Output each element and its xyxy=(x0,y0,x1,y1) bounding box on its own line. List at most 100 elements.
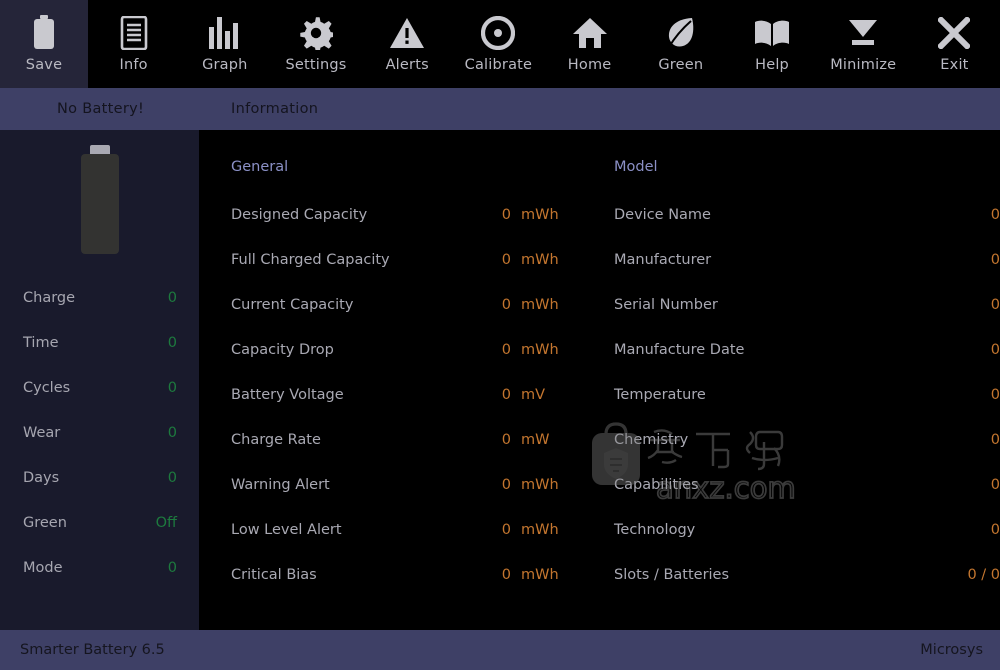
toolbar-button-save[interactable]: Save xyxy=(0,0,88,88)
row-label: Warning Alert xyxy=(231,477,330,493)
toolbar-button-label: Calibrate xyxy=(464,57,533,73)
row-unit: mV xyxy=(521,387,546,403)
row-unit: mWh xyxy=(521,207,559,223)
toolbar-button-alerts[interactable]: Alerts xyxy=(362,0,453,88)
smarter-battery-window: Save Info Graph Settings Alerts Calibrate Home… xyxy=(0,0,1000,670)
sidebar-stat-cycles: Cycles 0 xyxy=(0,365,199,410)
sidebar-stat-label: Mode xyxy=(23,559,63,576)
row-label: Current Capacity xyxy=(231,297,354,313)
data-row: Warning Alert 0 mWh xyxy=(199,474,599,496)
toolbar-button-home[interactable]: Home xyxy=(544,0,635,88)
general-section: General Designed Capacity 0 mWh Full Charge… xyxy=(199,130,599,630)
row-value: 0 xyxy=(501,567,511,583)
battery-icon xyxy=(21,12,67,54)
main-content: General Designed Capacity 0 mWh Full Charge… xyxy=(199,130,1000,630)
row-unit: mWh xyxy=(521,567,559,583)
sidebar-stat-mode: Mode 0 xyxy=(0,545,199,590)
data-row: Temperature 0 xyxy=(614,384,1000,406)
book-icon xyxy=(749,12,795,54)
sidebar-stat-label: Cycles xyxy=(23,379,71,396)
warning-icon xyxy=(384,12,430,54)
minimize-icon xyxy=(840,12,886,54)
row-label: Serial Number xyxy=(614,297,718,313)
toolbar-button-calibrate[interactable]: Calibrate xyxy=(453,0,544,88)
data-row: Serial Number 0 xyxy=(614,294,1000,316)
data-row: Critical Bias 0 mWh xyxy=(199,564,599,586)
data-row: Capacity Drop 0 mWh xyxy=(199,339,599,361)
toolbar-button-info[interactable]: Info xyxy=(88,0,179,88)
sidebar-stat-value: 0 xyxy=(167,334,177,351)
toolbar-button-label: Graph xyxy=(202,57,248,73)
row-label: Full Charged Capacity xyxy=(231,252,390,268)
sidebar-stat-charge: Charge 0 xyxy=(0,275,199,320)
row-value: 0 xyxy=(990,432,1000,448)
data-row: Full Charged Capacity 0 mWh xyxy=(199,249,599,271)
app-title-footer: Smarter Battery 6.5 xyxy=(20,642,165,658)
row-value: 0 xyxy=(990,477,1000,493)
data-row: Charge Rate 0 mW xyxy=(199,429,599,451)
data-row: Designed Capacity 0 mWh xyxy=(199,204,599,226)
sidebar-stats-list: Charge 0 Time 0 Cycles 0 Wear 0 Days 0 Green Off Mod… xyxy=(0,275,199,590)
row-label: Designed Capacity xyxy=(231,207,368,223)
row-label: Slots / Batteries xyxy=(614,567,730,583)
sidebar-stat-value: 0 xyxy=(167,559,177,576)
sidebar-stat-value: 0 xyxy=(167,289,177,306)
row-unit: mWh xyxy=(521,297,559,313)
toolbar-button-label: Settings xyxy=(285,57,347,73)
battery-status-text: No Battery! xyxy=(57,101,145,117)
row-label: Manufacture Date xyxy=(614,342,745,358)
main-toolbar: Save Info Graph Settings Alerts Calibrate Home… xyxy=(0,0,1000,88)
gear-icon xyxy=(293,12,339,54)
row-value: 0 xyxy=(501,387,511,403)
model-section-title: Model xyxy=(614,159,658,175)
model-section: Model Device Name 0 Manufacturer 0 Serial Nu… xyxy=(614,130,1000,630)
sidebar-stat-value: 0 xyxy=(167,379,177,396)
row-label: Device Name xyxy=(614,207,711,223)
toolbar-button-minimize[interactable]: Minimize xyxy=(818,0,909,88)
toolbar-button-settings[interactable]: Settings xyxy=(270,0,361,88)
toolbar-button-help[interactable]: Help xyxy=(726,0,817,88)
sidebar-stat-time: Time 0 xyxy=(0,320,199,365)
toolbar-button-label: Help xyxy=(755,57,789,73)
data-row: Chemistry 0 xyxy=(614,429,1000,451)
toolbar-button-graph[interactable]: Graph xyxy=(179,0,270,88)
row-label: Capabilities xyxy=(614,477,699,493)
row-label: Temperature xyxy=(614,387,706,403)
target-icon xyxy=(475,12,521,54)
row-label: Capacity Drop xyxy=(231,342,334,358)
close-icon xyxy=(931,12,977,54)
toolbar-button-label: Minimize xyxy=(830,57,897,73)
row-label: Chemistry xyxy=(614,432,689,448)
data-row: Low Level Alert 0 mWh xyxy=(199,519,599,541)
row-label: Technology xyxy=(614,522,696,538)
toolbar-button-label: Info xyxy=(119,57,148,73)
row-unit: mWh xyxy=(521,252,559,268)
row-unit: mWh xyxy=(521,522,559,538)
toolbar-button-exit[interactable]: Exit xyxy=(909,0,1000,88)
data-row: Manufacturer 0 xyxy=(614,249,1000,271)
home-icon xyxy=(567,12,613,54)
data-row: Capabilities 0 xyxy=(614,474,1000,496)
sidebar-stat-wear: Wear 0 xyxy=(0,410,199,455)
row-unit: mW xyxy=(521,432,550,448)
row-label: Critical Bias xyxy=(231,567,317,583)
toolbar-button-green[interactable]: Green xyxy=(635,0,726,88)
toolbar-button-label: Alerts xyxy=(385,57,429,73)
data-row: Current Capacity 0 mWh xyxy=(199,294,599,316)
row-value: 0 xyxy=(990,297,1000,313)
sidebar-panel: Charge 0 Time 0 Cycles 0 Wear 0 Days 0 Green Off Mod… xyxy=(0,130,199,630)
sidebar-stat-label: Days xyxy=(23,469,60,486)
row-unit: mWh xyxy=(521,342,559,358)
row-unit: mWh xyxy=(521,477,559,493)
general-section-title: General xyxy=(231,159,289,175)
data-row: Slots / Batteries 0 / 0 xyxy=(614,564,1000,586)
sidebar-stat-value: Off xyxy=(155,514,177,531)
sidebar-stat-label: Charge xyxy=(23,289,76,306)
sidebar-stat-label: Wear xyxy=(23,424,61,441)
row-value: 0 xyxy=(501,477,511,493)
toolbar-button-label: Green xyxy=(658,57,704,73)
sidebar-stat-label: Time xyxy=(23,334,59,351)
status-footer: Smarter Battery 6.5 Microsys xyxy=(0,630,1000,670)
row-value: 0 xyxy=(501,522,511,538)
row-value: 0 xyxy=(990,207,1000,223)
